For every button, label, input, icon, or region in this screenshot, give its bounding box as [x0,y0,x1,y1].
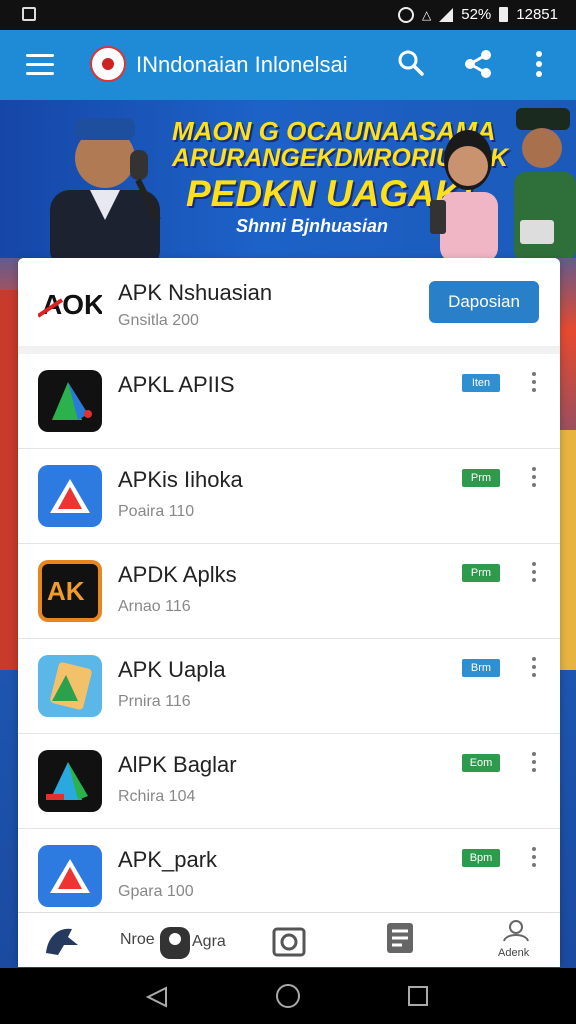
nav-label-adenk[interactable]: Adenk [498,947,529,959]
svg-text:AOK: AOK [42,289,102,320]
app-icon [38,845,102,907]
more-options-icon[interactable] [531,752,537,776]
notification-icon [22,7,36,21]
person-icon[interactable] [158,921,192,959]
battery-icon [499,7,509,22]
app-store-panel: AOK APK Nshuasian Gnsitla 200 Daposian A… [18,258,560,966]
list-item[interactable]: APKis Iihoka Poaira 110 Prm [18,449,560,544]
recent-apps-icon[interactable] [408,986,428,1006]
svg-text:AK: AK [47,576,85,606]
featured-app-name: APK Nshuasian [118,280,273,305]
list-item[interactable]: AK APDK Aplks Arnao 116 Prm [18,544,560,639]
battery-percent: 52% [461,6,492,23]
app-badge[interactable]: Bpm [462,849,500,867]
nav-label-agra[interactable]: Agra [192,933,226,951]
background-art-right [560,430,576,670]
clock: 12851 [516,6,558,23]
news-icon[interactable] [384,921,418,957]
more-options-icon[interactable] [531,372,537,396]
wifi-icon: △ [422,7,432,22]
app-icon [38,465,102,527]
banner-subtitle: Shnni Bjnhuasian [236,216,389,236]
app-list: APKL APIIS Iten APKis Iihoka Poaira 110 … [18,354,560,924]
app-name: APK Uapla [118,657,226,682]
nav-label-nroe[interactable]: Nroe [120,931,155,949]
more-options-icon[interactable] [531,847,537,871]
bottom-navigation: Nroe Agra Adenk [18,912,560,967]
app-icon: AK [38,560,102,622]
list-item[interactable]: APK Uapla Prnira 116 Brm [18,639,560,734]
app-meta: Poaira 110 [118,503,195,520]
promo-banner[interactable]: MAON G OCAUNAASAMA ARURANGEKDMRORIUNNK P… [0,100,576,258]
more-options-icon[interactable] [531,657,537,681]
list-item[interactable]: APKL APIIS Iten [18,354,560,449]
profile-icon[interactable] [502,919,530,943]
more-options-icon[interactable] [534,50,544,78]
more-options-icon[interactable] [531,562,537,586]
app-name: APK_park [118,847,218,872]
share-icon[interactable] [462,48,494,80]
app-badge[interactable]: Eom [462,754,500,772]
list-item[interactable]: AlPK Baglar Rchira 104 Eom [18,734,560,829]
divider [18,346,560,354]
speaker-illustration [50,118,161,258]
menu-icon[interactable] [26,54,54,76]
app-name: AlPK Baglar [118,752,237,777]
app-name: APDK Aplks [118,562,237,587]
back-icon[interactable] [146,986,168,1008]
home-icon[interactable] [42,923,82,957]
app-badge[interactable]: Brm [462,659,500,677]
app-icon [38,750,102,812]
app-badge[interactable]: Iten [462,374,500,392]
status-bar: △ 52% 12851 [0,0,576,30]
download-button[interactable]: Daposian [429,281,539,323]
home-button-icon[interactable] [276,984,300,1008]
app-badge[interactable]: Prm [462,469,500,487]
people-illustration [430,108,576,258]
search-icon[interactable] [398,50,424,76]
signal-icon [439,7,454,22]
app-meta: Prnira 116 [118,693,191,710]
more-options-icon[interactable] [531,467,537,491]
app-meta: Arnao 116 [118,598,191,615]
gallery-icon[interactable] [272,923,306,957]
app-name: APKis Iihoka [118,467,243,492]
featured-app-logo: AOK [38,289,102,320]
app-icon [38,655,102,717]
app-meta: Rchira 104 [118,788,196,805]
background-art-left [0,290,20,670]
app-icon [38,370,102,432]
featured-app-meta: Gnsitla 200 [118,312,199,329]
app-name: APKL APIIS [118,372,235,397]
app-bar: INndonaian Inlonelsai [0,30,576,100]
app-meta: Gpara 100 [118,883,194,900]
app-logo [90,46,126,82]
list-item[interactable]: APK_park Gpara 100 Bpm [18,829,560,924]
app-title: INndonaian Inlonelsai [136,52,348,77]
app-badge[interactable]: Prm [462,564,500,582]
alarm-icon [398,6,415,23]
featured-app-card: AOK APK Nshuasian Gnsitla 200 Daposian [18,258,560,346]
